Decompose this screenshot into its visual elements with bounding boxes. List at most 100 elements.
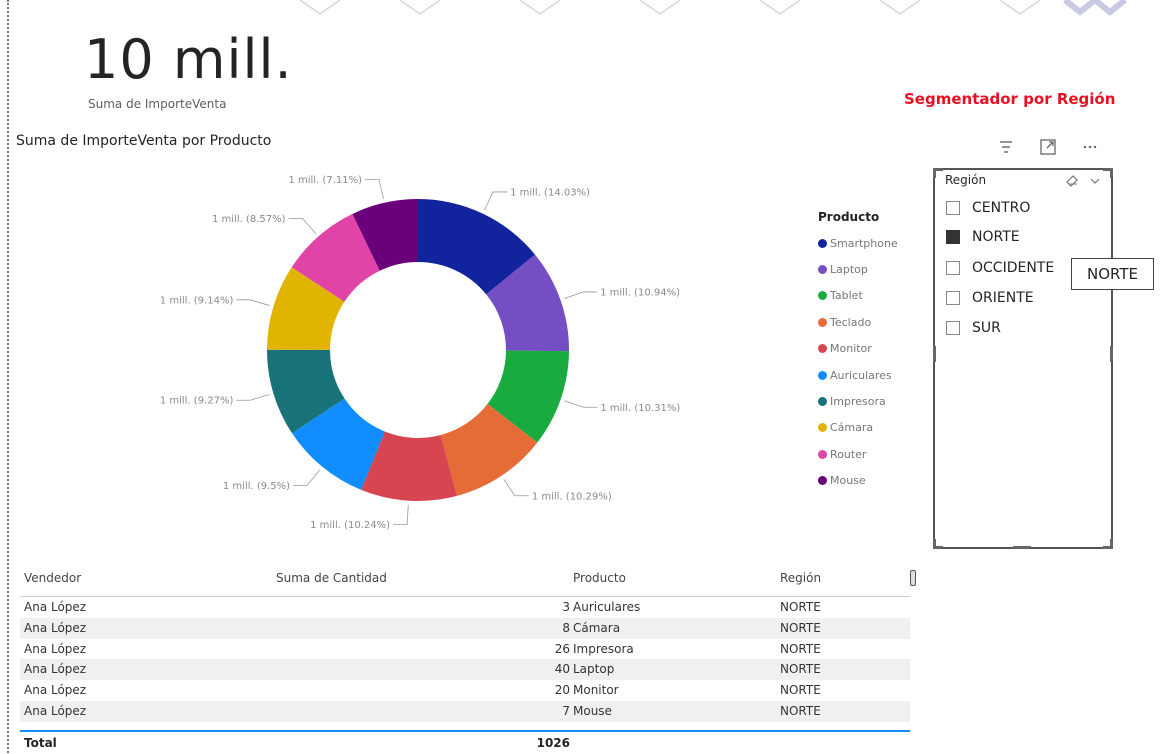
data-label: 1 mill. (10.29%) [532,491,612,502]
more-options-icon[interactable] [1080,138,1100,156]
resize-handle[interactable] [933,168,936,178]
filter-icon[interactable] [996,138,1016,156]
canvas-left-guide [7,0,9,753]
sales-table[interactable]: Vendedor Suma de Cantidad Producto Regió… [20,566,910,754]
hover-tooltip: NORTE [1071,258,1154,290]
slicer-item-label: OCCIDENTE [972,260,1055,276]
slicer-item-sur[interactable]: SUR [946,318,1001,338]
data-label: 1 mill. (9.5%) [223,481,290,492]
legend-marker [818,423,827,433]
data-label-leader [393,504,409,526]
resize-handle[interactable] [1110,346,1113,362]
table-total-row: Total 1026 [20,729,910,754]
cell-region: NORTE [780,620,821,635]
data-label-leader [365,178,384,199]
data-label-leader [564,291,598,299]
checkbox[interactable] [946,261,960,275]
table-header: Vendedor Suma de Cantidad Producto Regió… [20,566,910,597]
slicer-item-occidente[interactable]: OCCIDENTE [946,258,1054,278]
resize-handle[interactable] [933,346,936,362]
checkbox[interactable] [946,291,960,305]
cell-cantidad: 40 [554,662,570,677]
resize-handle[interactable] [1013,546,1031,549]
data-label-leader [236,299,270,306]
table-row[interactable]: Ana López 8 Cámara NORTE [20,617,910,639]
legend-title: Producto [818,210,880,224]
column-header-producto[interactable]: Producto [573,571,626,585]
resize-handle[interactable] [1110,168,1113,178]
data-label-leader [503,478,529,497]
total-label: Total [24,735,57,750]
table-row[interactable]: Ana López 20 Monitor NORTE [20,680,910,701]
legend-marker [818,397,827,407]
data-label-leader [564,400,598,408]
legend-marker [818,476,827,486]
checkbox-checked[interactable] [946,230,960,244]
data-label: 1 mill. (14.03%) [510,187,590,198]
legend-label: Laptop [830,263,868,277]
legend-item[interactable]: Laptop [818,256,898,282]
cell-region: NORTE [780,641,821,656]
region-slicer[interactable] [933,168,1113,549]
slicer-item-label: CENTRO [972,200,1031,216]
table-scrollbar[interactable] [910,570,916,586]
legend-label: Monitor [830,342,872,356]
checkbox[interactable] [946,201,960,215]
slicer-title: Región [945,173,987,187]
cell-producto: Mouse [573,703,612,718]
cell-vendedor: Ana López [24,600,87,614]
resize-handle[interactable] [1110,539,1113,549]
cell-region: NORTE [780,600,821,614]
slicer-item-label: ORIENTE [972,290,1034,306]
legend-marker [818,317,827,327]
background-decoration [299,0,1127,16]
focus-mode-icon[interactable] [1038,138,1058,156]
resize-handle[interactable] [933,539,936,549]
legend-item[interactable]: Teclado [818,309,898,335]
slicer-item-centro[interactable]: CENTRO [946,198,1030,218]
slicer-heading: Segmentador por Región [904,90,1116,108]
kpi-label: Suma de ImporteVenta [88,97,227,111]
legend-item[interactable]: Impresora [818,388,898,414]
data-label: 1 mill. (9.27%) [160,396,234,407]
table-row[interactable]: Ana López 3 Auriculares NORTE [20,597,910,618]
cell-cantidad: 3 [562,600,570,614]
eraser-icon[interactable] [1064,172,1080,191]
data-label-leader [236,394,270,401]
chevron-down-icon[interactable] [1089,172,1101,191]
column-header-region[interactable]: Región [780,571,821,585]
legend-item[interactable]: Tablet [818,283,898,309]
slicer-item-oriente[interactable]: ORIENTE [946,288,1034,308]
chart-title: Suma de ImporteVenta por Producto [16,133,272,149]
column-header-cantidad[interactable]: Suma de Cantidad [276,571,387,585]
cell-cantidad: 8 [562,620,570,635]
legend-item[interactable]: Monitor [818,336,898,362]
cell-region: NORTE [780,662,821,677]
legend-marker [818,291,827,301]
legend-label: Auriculares [830,368,892,382]
legend-label: Teclado [830,315,872,329]
legend-item[interactable]: Router [818,441,898,467]
legend-label: Cámara [830,421,874,435]
legend-item[interactable]: Cámara [818,415,898,441]
cell-cantidad: 7 [562,703,570,718]
donut-chart[interactable]: 1 mill. (14.03%) 1 mill. (10.94%) 1 mill. … [120,165,740,540]
cell-vendedor: Ana López [24,662,87,677]
legend-item[interactable]: Smartphone [818,230,898,256]
column-header-vendedor[interactable]: Vendedor [24,571,81,585]
cell-producto: Monitor [573,683,619,698]
table-row[interactable]: Ana López 40 Laptop NORTE [20,659,910,681]
checkbox[interactable] [946,321,960,335]
legend-item[interactable]: Auriculares [818,362,898,388]
slicer-item-norte[interactable]: NORTE [946,227,1020,247]
table-row[interactable]: Ana López 26 Impresora NORTE [20,639,910,660]
chart-legend: Producto Smartphone Laptop Tablet Teclado Mo… [818,210,898,494]
legend-label: Tablet [830,289,863,303]
legend-marker [818,370,827,380]
cell-producto: Impresora [573,641,634,656]
data-label: 1 mill. (8.57%) [212,214,286,225]
legend-item[interactable]: Mouse [818,468,898,494]
cell-cantidad: 26 [554,641,570,656]
table-row[interactable]: Ana López 7 Mouse NORTE [20,700,910,722]
data-label: 1 mill. (10.94%) [600,287,680,298]
